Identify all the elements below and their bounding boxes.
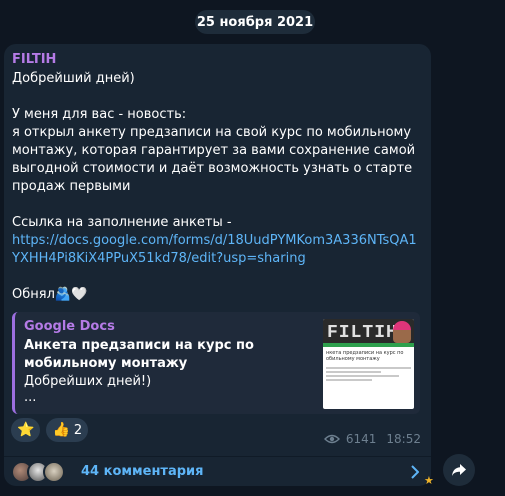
thumbnail-logo: FILTIH [327,323,398,343]
thumbnail-line [326,371,381,373]
star-icon: ⭐ [17,422,35,438]
preview-description: Добрейших дней!) [24,374,152,389]
greeting-text: Добрейший дней) [12,71,135,86]
avatar [43,460,65,483]
preview-title: Анкета предзаписи на курс по мобильному … [24,338,254,371]
eye-icon [323,434,340,444]
channel-name[interactable]: FILTIH [12,52,56,67]
thumbnail-portrait [393,321,411,343]
share-button[interactable] [443,454,475,486]
reactions-row: ⭐ 👍 2 [11,418,89,442]
reaction-thumbs-up[interactable]: 👍 2 [46,418,89,442]
message-meta: 6141 18:52 [323,432,421,446]
reaction-star[interactable]: ⭐ [11,418,41,442]
share-arrow-icon [452,464,466,476]
message-time: 18:52 [386,432,421,446]
link-intro: Ссылка на заполнение анкеты - [12,215,232,230]
thumbnail-line [326,379,372,381]
star-icon: ★ [424,474,434,487]
preview-site-name: Google Docs [24,319,115,334]
thumbs-up-icon: 👍 [52,422,70,438]
link-preview[interactable]: Google Docs Анкета предзаписи на курс по… [12,312,420,414]
thumbnail-line [326,375,399,377]
link-block: Ссылка на заполнение анкеты - https://do… [12,214,424,268]
form-link[interactable]: https://docs.google.com/forms/d/18UudPYM… [12,233,417,266]
message-text: Добрейший дней) У меня для вас - новость… [12,70,424,304]
thumbnail-line [326,367,411,369]
commenter-avatars [11,460,65,483]
comments-count-label: 44 комментария [81,464,204,479]
thumbnail-caption: нкета предзаписи на курс по обильному мо… [326,350,404,362]
date-separator: 25 ноября 2021 [195,10,315,34]
news-paragraph: У меня для вас - новость: я открыл анкет… [12,107,416,194]
chevron-right-icon [411,465,419,479]
thumbnail-accent-strip [323,343,414,347]
sign-off-text: Обнял [12,287,55,302]
comments-bar[interactable]: 44 комментария [4,456,431,486]
view-count: 6141 [345,432,377,446]
thumbnail-banner: FILTIH [323,319,414,347]
reaction-count: 2 [73,422,83,438]
sign-off-emojis: 🫂🤍 [54,287,88,302]
preview-ellipsis: ... [24,390,37,405]
message-bubble: FILTIH Добрейший дней) У меня для вас - … [4,44,431,456]
preview-thumbnail[interactable]: FILTIH нкета предзаписи на курс по обиль… [323,319,414,409]
sign-off-line: Обнял🫂🤍 [12,286,424,304]
